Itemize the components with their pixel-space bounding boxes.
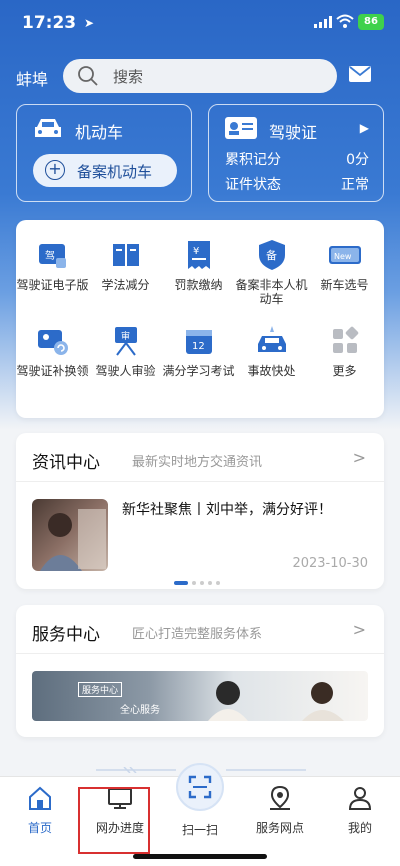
tab-label: 首页 [27, 821, 52, 835]
service-full-score-exam[interactable]: 12 满分学习考试 [162, 324, 235, 378]
search-input[interactable]: 搜索 [63, 59, 337, 93]
register-vehicle-label: 备案机动车 [77, 163, 153, 181]
svg-text:¥: ¥ [193, 246, 199, 257]
vehicle-card[interactable]: 机动车 + 备案机动车 [16, 104, 192, 202]
tab-service-points[interactable]: 服务网点 [240, 785, 320, 836]
svg-text:审: 审 [121, 330, 130, 342]
divider [16, 481, 384, 482]
service-label: 满分学习考试 [162, 364, 235, 378]
id-card-icon [225, 117, 257, 139]
service-label: 更多 [332, 364, 357, 378]
home-icon [29, 786, 51, 810]
chevron-right-icon[interactable]: > [353, 448, 366, 467]
tab-scan[interactable]: 扫一扫 [160, 817, 240, 838]
wifi-icon [336, 14, 354, 28]
map-pin-icon [270, 785, 290, 810]
service-fine-payment[interactable]: ¥ 罚款缴纳 [162, 238, 235, 292]
highlight-box [78, 787, 150, 854]
mail-icon[interactable] [349, 66, 371, 82]
license-card[interactable]: 驾驶证 ▶ 累积记分 0分 证件状态 正常 [208, 104, 384, 202]
service-label: 新车选号 [320, 278, 369, 292]
service-driver-review[interactable]: 审 驾驶人审验 [89, 324, 162, 378]
signal-icon [314, 16, 332, 28]
scan-button[interactable] [176, 763, 224, 811]
license-title: 驾驶证 [269, 123, 318, 142]
home-indicator [133, 854, 267, 859]
shield-icon: 备 [255, 238, 289, 272]
scan-icon [188, 775, 212, 799]
tab-label: 扫一扫 [181, 823, 218, 837]
tab-label: 我的 [347, 821, 372, 835]
service-center-title: 服务中心 [32, 625, 100, 645]
banner-text: 全心服务 [120, 705, 160, 716]
status-time: 17:23 [22, 13, 77, 33]
points-label: 累积记分 [225, 152, 281, 168]
service-new-plate[interactable]: New 新车选号 [308, 238, 381, 292]
svg-text:12: 12 [192, 341, 205, 352]
receipt-icon: ¥ [182, 238, 216, 272]
register-vehicle-button[interactable]: + 备案机动车 [33, 154, 177, 187]
plus-icon: + [45, 160, 65, 180]
service-center-panel: 服务中心 匠心打造完整服务体系 > 服务中心 全心服务 [16, 605, 384, 737]
divider [16, 653, 384, 654]
service-non-owner-vehicle[interactable]: 备 备案非本人机动车 [235, 238, 308, 306]
accident-icon [255, 324, 289, 358]
search-placeholder: 搜索 [113, 68, 144, 86]
status-bar: 17:23 ➤ 86 [0, 0, 400, 48]
news-headline[interactable]: 新华社聚焦丨刘中举，满分好评！ [122, 499, 332, 519]
service-accident-handling[interactable]: 事故快处 [235, 324, 308, 378]
service-more[interactable]: 更多 [308, 324, 381, 378]
exam-calendar-icon: 12 [182, 324, 216, 358]
chevron-right-icon[interactable]: > [353, 620, 366, 639]
service-center-banner[interactable]: 服务中心 全心服务 [32, 671, 368, 721]
tab-mine[interactable]: 我的 [320, 785, 400, 836]
service-study-points[interactable]: 学法减分 [89, 238, 162, 292]
location-arrow-icon: ➤ [84, 16, 95, 30]
new-plate-icon: New [328, 238, 362, 272]
review-board-icon: 审 [109, 324, 143, 358]
banner-tag: 服务中心 [78, 682, 123, 697]
points-value: 0分 [346, 152, 369, 168]
service-grid: 驾 驾驶证电子版 学法减分 ¥ 罚款缴纳 备 备案非本人机动车 New 新车选号… [16, 220, 384, 418]
service-center-subtitle: 匠心打造完整服务体系 [132, 627, 263, 642]
license-renew-icon [36, 324, 70, 358]
svg-text:驾: 驾 [45, 250, 55, 262]
service-label: 驾驶证电子版 [16, 278, 89, 292]
svg-text:备: 备 [266, 248, 277, 262]
carousel-dots [174, 570, 224, 589]
service-e-license[interactable]: 驾 驾驶证电子版 [16, 238, 89, 292]
city-selector[interactable]: 蚌埠 [16, 66, 48, 90]
service-label: 学法减分 [101, 278, 150, 292]
bottom-tab-bar: 首页 网办进度 扫一扫 服务网点 我的 [0, 763, 400, 866]
book-icon [109, 238, 143, 272]
vehicle-title: 机动车 [75, 123, 124, 142]
tab-home[interactable]: 首页 [0, 785, 80, 836]
service-label: 驾驶人审验 [95, 364, 156, 378]
news-subtitle: 最新实时地方交通资讯 [132, 455, 263, 470]
more-grid-icon [328, 324, 362, 358]
service-label: 备案非本人机动车 [235, 278, 308, 306]
battery-indicator: 86 [358, 14, 384, 30]
car-icon [35, 119, 61, 137]
service-license-renew[interactable]: 驾驶证补换领 [16, 324, 89, 378]
search-icon [78, 66, 98, 86]
e-license-icon: 驾 [36, 238, 70, 272]
news-thumbnail[interactable] [32, 499, 108, 571]
service-label: 罚款缴纳 [174, 278, 223, 292]
news-date: 2023-10-30 [292, 556, 368, 571]
news-title: 资讯中心 [32, 453, 100, 473]
user-icon [348, 787, 372, 810]
chevron-right-icon: ▶ [359, 121, 369, 135]
status-label: 证件状态 [225, 177, 281, 193]
news-panel: 资讯中心 最新实时地方交通资讯 > 新华社聚焦丨刘中举，满分好评！ 2023-1… [16, 433, 384, 589]
status-value: 正常 [341, 177, 369, 193]
service-label: 事故快处 [247, 364, 296, 378]
tab-label: 服务网点 [255, 821, 304, 835]
svg-text:New: New [334, 252, 352, 261]
service-label: 驾驶证补换领 [16, 364, 89, 378]
